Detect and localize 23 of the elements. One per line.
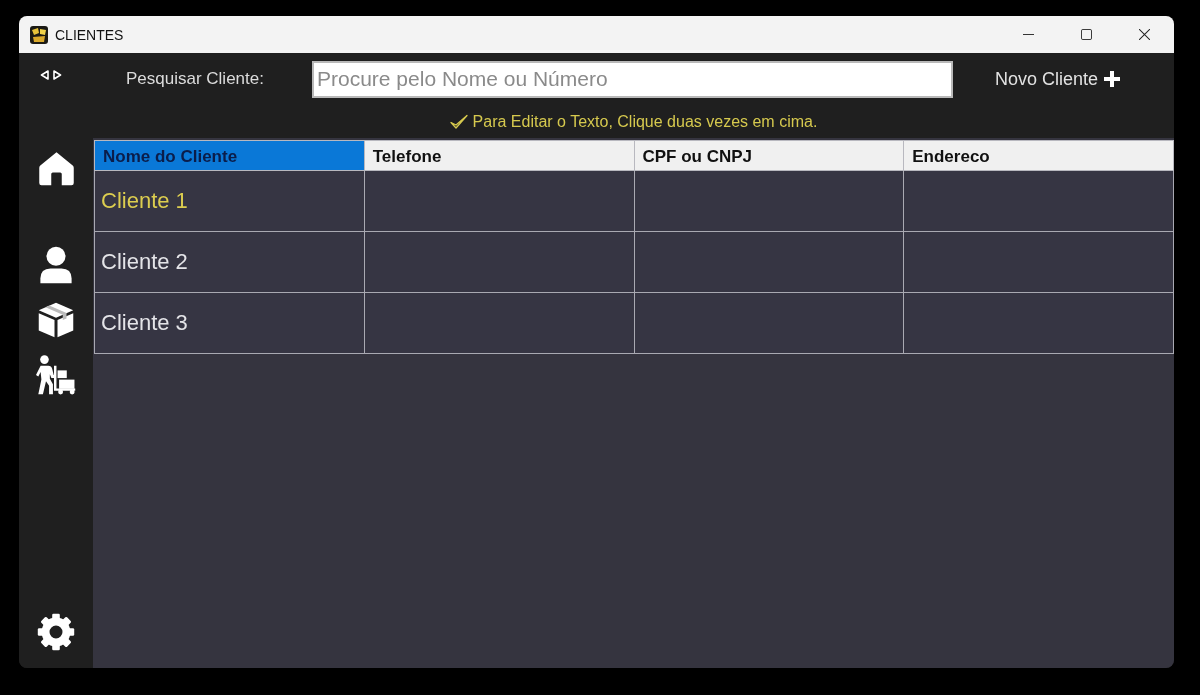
table-cell: Cliente 2 xyxy=(94,231,365,293)
window-title: CLIENTES xyxy=(55,26,124,43)
close-icon[interactable] xyxy=(1139,29,1150,40)
maximize-icon[interactable] xyxy=(1081,29,1092,40)
column-header[interactable]: Nome do Cliente xyxy=(94,140,365,171)
person-with-cart-icon[interactable] xyxy=(36,355,76,395)
new-client-button[interactable]: Novo Cliente xyxy=(991,66,1125,92)
settings-icon[interactable] xyxy=(37,613,75,651)
column-header[interactable]: Endereco xyxy=(903,140,1174,171)
table-cell: Cliente 1 xyxy=(94,170,365,232)
search-field[interactable]: Procure pelo Nome ou Número xyxy=(312,60,953,98)
plus-icon xyxy=(1104,71,1121,87)
package-icon[interactable] xyxy=(38,302,74,338)
hint-text: Para Editar o Texto, Clique duas vezes em cima. xyxy=(472,112,818,131)
user-icon[interactable] xyxy=(39,246,73,284)
search-label: Pesquisar Cliente: xyxy=(126,69,264,88)
app-logo-icon xyxy=(30,25,48,44)
check-icon xyxy=(449,113,468,130)
column-header[interactable]: Telefone xyxy=(364,140,634,171)
column-header[interactable]: CPF ou CNPJ xyxy=(634,140,904,171)
table-cell: Cliente 3 xyxy=(94,292,365,354)
arrows-icon[interactable] xyxy=(40,70,62,80)
home-icon[interactable] xyxy=(37,150,75,186)
